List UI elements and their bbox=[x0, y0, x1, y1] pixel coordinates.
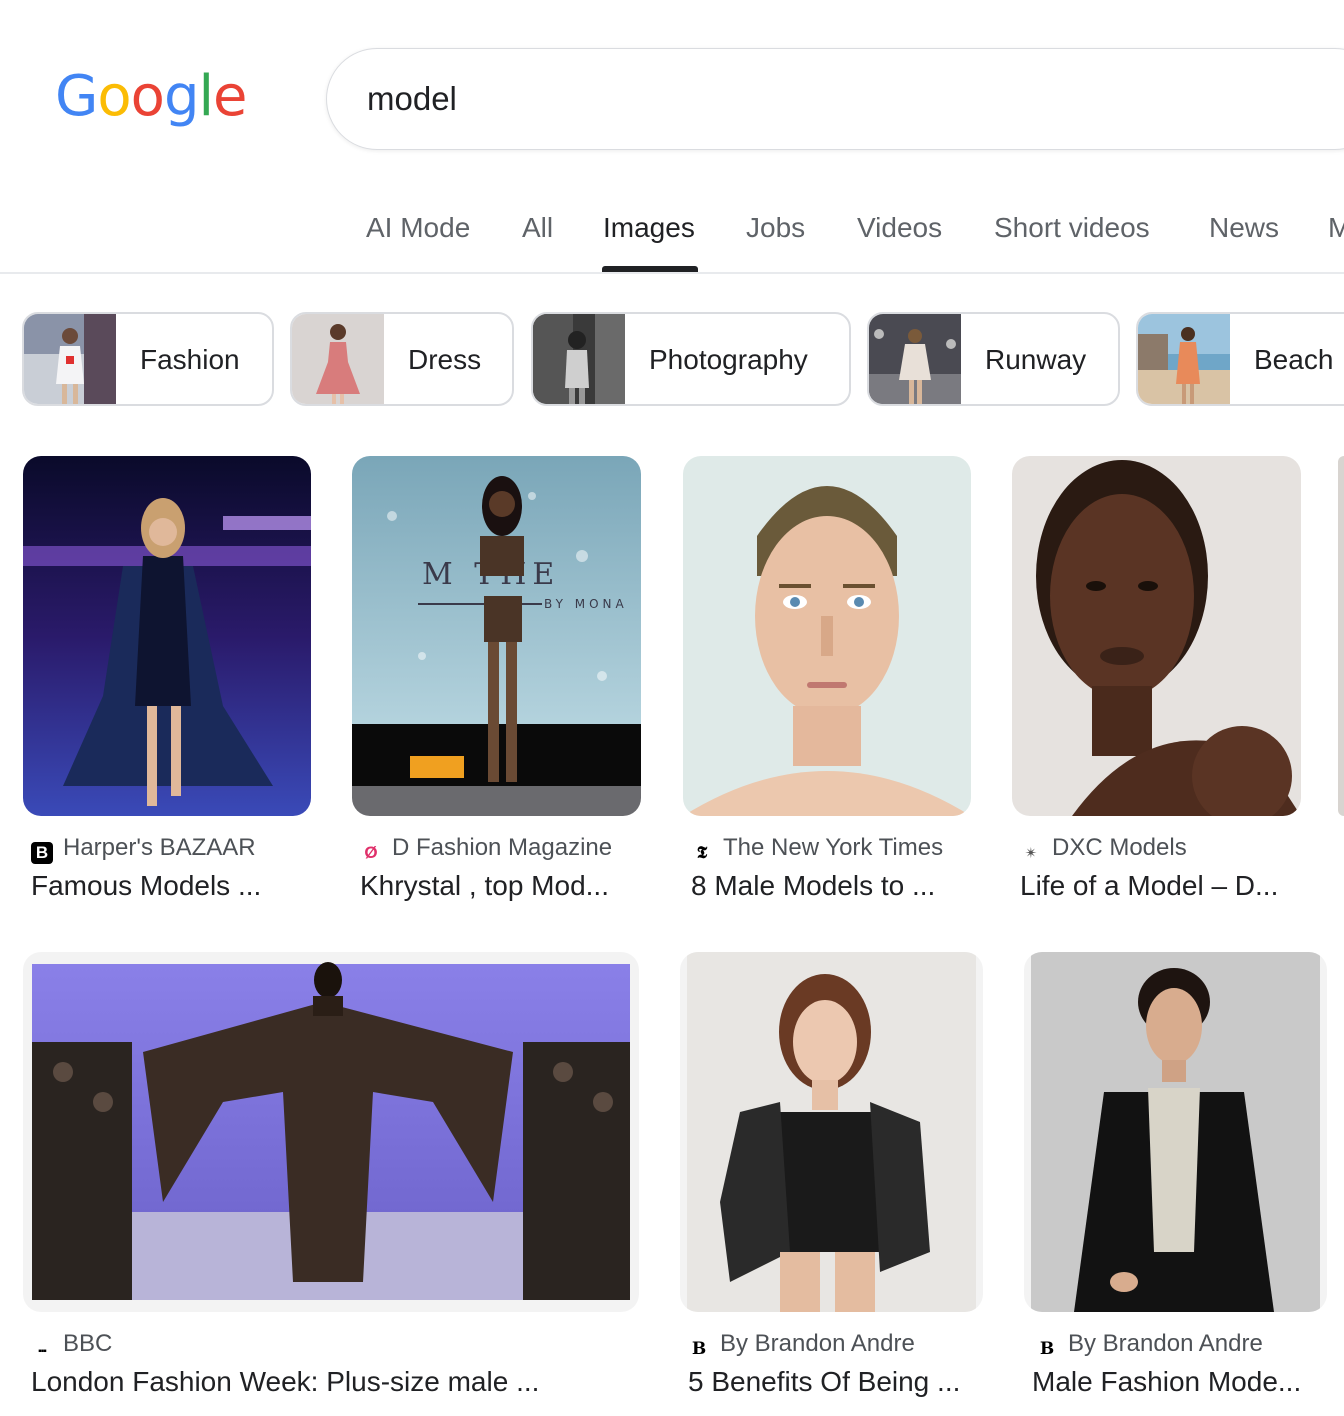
chip-thumbnail bbox=[533, 314, 625, 404]
logo-letter: l bbox=[198, 64, 214, 129]
logo-letter: G bbox=[55, 64, 98, 129]
result-image[interactable] bbox=[23, 456, 311, 816]
tab-more[interactable]: M bbox=[1328, 212, 1344, 244]
result-source[interactable]: ▪▪▪ BBC bbox=[31, 1330, 112, 1363]
result-source[interactable]: ✴ DXC Models bbox=[1020, 834, 1187, 865]
nyt-favicon-icon: 𝕿 bbox=[696, 843, 708, 863]
chip-label: Dress bbox=[408, 344, 482, 375]
tab-images[interactable]: Images bbox=[603, 212, 695, 244]
dxc-favicon-icon: ✴ bbox=[1024, 845, 1038, 862]
chip-thumbnail bbox=[869, 314, 961, 404]
tab-jobs[interactable]: Jobs bbox=[746, 212, 805, 244]
harpers-bazaar-favicon-icon: B bbox=[31, 842, 53, 864]
google-logo[interactable]: Google bbox=[55, 62, 248, 132]
logo-letter: o bbox=[130, 64, 165, 129]
source-name: By Brandon Andre bbox=[1068, 1330, 1263, 1357]
chip-fashion[interactable]: Fashion bbox=[22, 312, 274, 406]
source-name: DXC Models bbox=[1052, 834, 1187, 861]
chip-thumbnail bbox=[292, 314, 384, 404]
result-title[interactable]: Khrystal , top Mod... bbox=[360, 870, 609, 902]
chip-thumbnail bbox=[1138, 314, 1230, 404]
bbc-favicon-icon: ▪▪▪ bbox=[38, 1346, 47, 1357]
source-name: By Brandon Andre bbox=[720, 1330, 915, 1357]
logo-letter: e bbox=[213, 64, 247, 129]
brandon-andre-favicon-icon: B bbox=[691, 1339, 707, 1359]
chip-photography[interactable]: Photography bbox=[531, 312, 851, 406]
result-source[interactable]: B By Brandon Andre bbox=[688, 1330, 915, 1360]
backdrop-subtext: BY MONA bbox=[544, 597, 628, 611]
chip-label: Fashion bbox=[140, 344, 240, 375]
chip-label: Photography bbox=[649, 344, 808, 375]
chip-beach[interactable]: Beach bbox=[1136, 312, 1344, 406]
brandon-andre-favicon-icon: B bbox=[1039, 1339, 1055, 1359]
tab-all[interactable]: All bbox=[522, 212, 553, 244]
search-box[interactable] bbox=[326, 48, 1344, 150]
result-title[interactable]: 8 Male Models to ... bbox=[691, 870, 935, 902]
result-title[interactable]: Life of a Model – D... bbox=[1020, 870, 1278, 902]
chip-label: Beach bbox=[1254, 344, 1334, 375]
result-title[interactable]: Male Fashion Mode... bbox=[1032, 1366, 1301, 1398]
chip-dress[interactable]: Dress bbox=[290, 312, 514, 406]
source-name: BBC bbox=[63, 1330, 113, 1357]
result-source[interactable]: B Harper's BAZAAR bbox=[31, 834, 256, 864]
logo-letter: g bbox=[163, 64, 200, 129]
result-image[interactable] bbox=[23, 952, 639, 1312]
chip-label: Runway bbox=[985, 344, 1087, 375]
tab-short-videos[interactable]: Short videos bbox=[994, 212, 1150, 244]
result-title[interactable]: Famous Models ... bbox=[31, 870, 261, 902]
result-image[interactable]: M THE BY MONA bbox=[352, 456, 641, 816]
result-source[interactable]: B By Brandon Andre bbox=[1036, 1330, 1263, 1360]
chip-thumbnail bbox=[24, 314, 116, 404]
source-name: The New York Times bbox=[723, 834, 944, 861]
search-input[interactable] bbox=[367, 73, 1267, 125]
result-title[interactable]: 5 Benefits Of Being ... bbox=[688, 1366, 960, 1398]
result-image[interactable] bbox=[1024, 952, 1327, 1312]
tab-videos[interactable]: Videos bbox=[857, 212, 942, 244]
result-title[interactable]: London Fashion Week: Plus-size male ... bbox=[31, 1366, 539, 1398]
source-name: D Fashion Magazine bbox=[392, 834, 613, 861]
source-name: Harper's BAZAAR bbox=[63, 834, 256, 861]
tab-active-indicator bbox=[602, 266, 698, 272]
d-fashion-favicon-icon: Ø bbox=[364, 843, 378, 862]
result-image[interactable] bbox=[680, 952, 983, 1312]
search-tabs: AI Mode All Images Jobs Videos Short vid… bbox=[0, 186, 1344, 274]
result-image[interactable] bbox=[1012, 456, 1301, 816]
result-source[interactable]: Ø D Fashion Magazine bbox=[360, 834, 612, 864]
tab-ai-mode[interactable]: AI Mode bbox=[366, 212, 470, 244]
result-source[interactable]: 𝕿 The New York Times bbox=[691, 834, 943, 864]
logo-letter: o bbox=[97, 64, 131, 129]
result-image[interactable] bbox=[683, 456, 971, 816]
partial-image-edge bbox=[1338, 456, 1344, 816]
chip-runway[interactable]: Runway bbox=[867, 312, 1120, 406]
tab-news[interactable]: News bbox=[1209, 212, 1279, 244]
